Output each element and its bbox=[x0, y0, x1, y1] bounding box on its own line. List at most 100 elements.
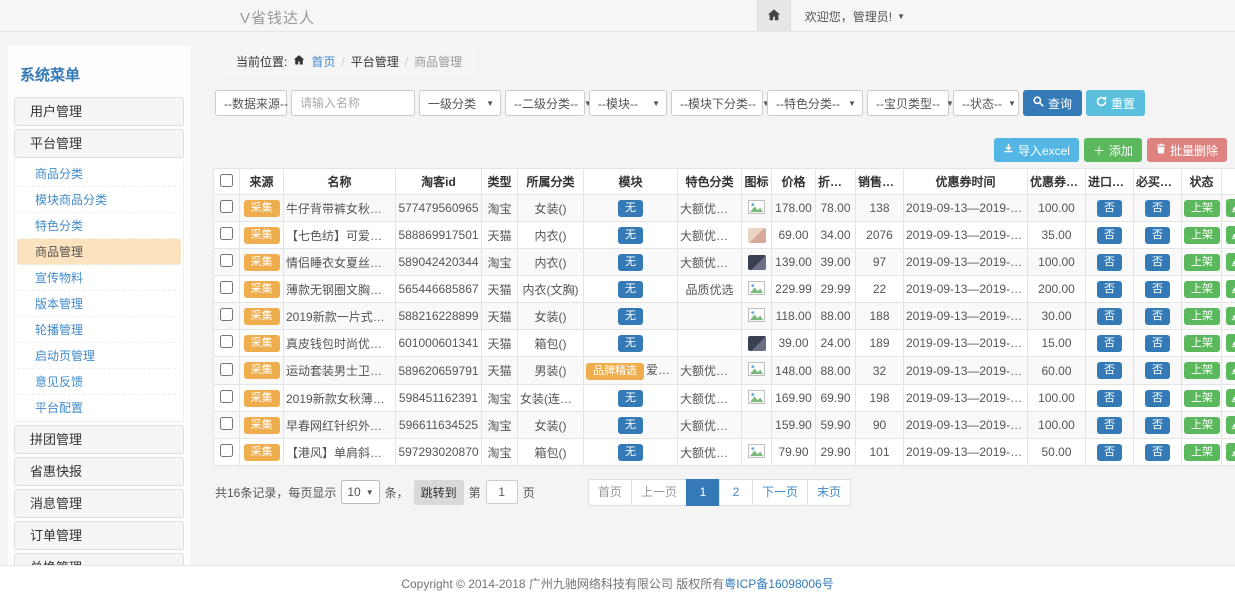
page-button-1[interactable]: 1 bbox=[686, 479, 720, 506]
feature-category-select[interactable]: --特色分类--▼ bbox=[767, 90, 863, 116]
per-page-select[interactable]: 10▼ bbox=[341, 480, 379, 504]
must-buy-toggle[interactable]: 否 bbox=[1145, 417, 1170, 434]
must-buy-toggle[interactable]: 否 bbox=[1145, 281, 1170, 298]
icon-cell bbox=[742, 412, 772, 439]
import-select-toggle[interactable]: 否 bbox=[1097, 281, 1122, 298]
status-badge[interactable]: 上架 bbox=[1184, 362, 1220, 379]
import-select-toggle[interactable]: 否 bbox=[1097, 444, 1122, 461]
import-select-toggle[interactable]: 否 bbox=[1097, 390, 1122, 407]
row-checkbox[interactable] bbox=[220, 200, 233, 213]
row-checkbox[interactable] bbox=[220, 227, 233, 240]
must-buy-toggle[interactable]: 否 bbox=[1145, 227, 1170, 244]
row-checkbox[interactable] bbox=[220, 417, 233, 430]
import-select-toggle[interactable]: 否 bbox=[1097, 200, 1122, 217]
page-button-末页[interactable]: 末页 bbox=[807, 479, 851, 506]
status-select[interactable]: --状态--▼ bbox=[953, 90, 1019, 116]
page-button-2[interactable]: 2 bbox=[719, 479, 753, 506]
row-checkbox[interactable] bbox=[220, 390, 233, 403]
icp-link[interactable]: 粤ICP备16098006号 bbox=[724, 575, 833, 592]
sidebar-item-启动页管理[interactable]: 启动页管理 bbox=[17, 343, 181, 369]
level1-category-select-value: 一级分类 bbox=[428, 95, 476, 112]
must-buy-toggle[interactable]: 否 bbox=[1145, 444, 1170, 461]
must-buy-toggle[interactable]: 否 bbox=[1145, 335, 1170, 352]
sidebar-item-模块商品分类[interactable]: 模块商品分类 bbox=[17, 187, 181, 213]
import-select-toggle[interactable]: 否 bbox=[1097, 335, 1122, 352]
search-button[interactable]: 查询 bbox=[1023, 90, 1082, 116]
sidebar-group-省惠快报[interactable]: 省惠快报 bbox=[14, 457, 184, 486]
sidebar-item-版本管理[interactable]: 版本管理 bbox=[17, 291, 181, 317]
sidebar-group-平台管理[interactable]: 平台管理 bbox=[14, 129, 184, 158]
page-button-下一页[interactable]: 下一页 bbox=[752, 479, 808, 506]
sidebar-item-商品管理[interactable]: 商品管理 bbox=[17, 239, 181, 265]
sidebar-group-用户管理[interactable]: 用户管理 bbox=[14, 97, 184, 126]
row-checkbox[interactable] bbox=[220, 281, 233, 294]
source-badge: 采集 bbox=[244, 227, 280, 244]
add-button[interactable]: ＋ 添加 bbox=[1084, 138, 1142, 162]
must-buy-toggle[interactable]: 否 bbox=[1145, 200, 1170, 217]
home-button[interactable] bbox=[757, 0, 791, 32]
edit-button[interactable] bbox=[1226, 416, 1235, 434]
module-select[interactable]: --模块--▼ bbox=[589, 90, 667, 116]
reset-button[interactable]: 重置 bbox=[1086, 90, 1145, 116]
breadcrumb-item-platform: 平台管理 bbox=[351, 53, 399, 70]
user-menu[interactable]: 欢迎您，管理员! ▼ bbox=[805, 8, 905, 25]
edit-button[interactable] bbox=[1226, 199, 1235, 217]
status-badge[interactable]: 上架 bbox=[1184, 308, 1220, 325]
status-badge[interactable]: 上架 bbox=[1184, 335, 1220, 352]
breadcrumb-home-link[interactable]: 首页 bbox=[311, 53, 335, 70]
edit-button[interactable] bbox=[1226, 307, 1235, 325]
edit-button[interactable] bbox=[1226, 362, 1235, 380]
must-buy-toggle[interactable]: 否 bbox=[1145, 254, 1170, 271]
row-checkbox[interactable] bbox=[220, 335, 233, 348]
must-buy-toggle[interactable]: 否 bbox=[1145, 362, 1170, 379]
sidebar-item-宣传物料[interactable]: 宣传物料 bbox=[17, 265, 181, 291]
page-button-上一页[interactable]: 上一页 bbox=[631, 479, 687, 506]
edit-button[interactable] bbox=[1226, 226, 1235, 244]
sidebar-item-轮播管理[interactable]: 轮播管理 bbox=[17, 317, 181, 343]
taoke-id: 596611634525 bbox=[396, 412, 482, 439]
import-select-toggle[interactable]: 否 bbox=[1097, 308, 1122, 325]
page-button-首页[interactable]: 首页 bbox=[588, 479, 632, 506]
row-checkbox[interactable] bbox=[220, 363, 233, 376]
sidebar-group-消息管理[interactable]: 消息管理 bbox=[14, 489, 184, 518]
status-badge[interactable]: 上架 bbox=[1184, 227, 1220, 244]
batch-delete-button[interactable]: 批量删除 bbox=[1147, 138, 1227, 162]
sidebar-item-特色分类[interactable]: 特色分类 bbox=[17, 213, 181, 239]
page-number-input[interactable] bbox=[486, 480, 518, 504]
jump-button[interactable]: 跳转到 bbox=[414, 480, 464, 505]
must-buy-toggle[interactable]: 否 bbox=[1145, 390, 1170, 407]
level2-category-select[interactable]: --二级分类--▼ bbox=[505, 90, 585, 116]
select-all-checkbox[interactable] bbox=[220, 174, 233, 187]
sidebar-item-商品分类[interactable]: 商品分类 bbox=[17, 161, 181, 187]
must-buy-toggle[interactable]: 否 bbox=[1145, 308, 1170, 325]
import-select-toggle[interactable]: 否 bbox=[1097, 254, 1122, 271]
import-excel-button[interactable]: 导入excel bbox=[994, 138, 1079, 162]
row-checkbox[interactable] bbox=[220, 254, 233, 267]
status-badge[interactable]: 上架 bbox=[1184, 444, 1220, 461]
edit-button[interactable] bbox=[1226, 443, 1235, 461]
status-badge[interactable]: 上架 bbox=[1184, 200, 1220, 217]
edit-button[interactable] bbox=[1226, 334, 1235, 352]
row-checkbox[interactable] bbox=[220, 308, 233, 321]
sidebar-group-订单管理[interactable]: 订单管理 bbox=[14, 521, 184, 550]
import-select-toggle[interactable]: 否 bbox=[1097, 227, 1122, 244]
status-badge[interactable]: 上架 bbox=[1184, 254, 1220, 271]
status-badge[interactable]: 上架 bbox=[1184, 417, 1220, 434]
sidebar-group-拼团管理[interactable]: 拼团管理 bbox=[14, 425, 184, 454]
name-input[interactable] bbox=[291, 90, 415, 116]
import-select-toggle[interactable]: 否 bbox=[1097, 417, 1122, 434]
edit-button[interactable] bbox=[1226, 389, 1235, 407]
status-badge[interactable]: 上架 bbox=[1184, 281, 1220, 298]
data-source-select[interactable]: --数据来源--▼ bbox=[215, 90, 287, 116]
edit-button[interactable] bbox=[1226, 253, 1235, 271]
sidebar-item-意见反馈[interactable]: 意见反馈 bbox=[17, 369, 181, 395]
row-checkbox[interactable] bbox=[220, 444, 233, 457]
status-badge[interactable]: 上架 bbox=[1184, 390, 1220, 407]
level1-category-select[interactable]: 一级分类▼ bbox=[419, 90, 501, 116]
item-type-select[interactable]: --宝贝类型--▼ bbox=[867, 90, 949, 116]
module-subcategory-select[interactable]: --模块下分类--▼ bbox=[671, 90, 763, 116]
table-row-3: 采集情侣睡衣女夏丝绸男士...589042420344淘宝内衣()无大额优惠券1… bbox=[214, 249, 1235, 276]
import-select-toggle[interactable]: 否 bbox=[1097, 362, 1122, 379]
edit-button[interactable] bbox=[1226, 280, 1235, 298]
sidebar-item-平台配置[interactable]: 平台配置 bbox=[17, 395, 181, 421]
